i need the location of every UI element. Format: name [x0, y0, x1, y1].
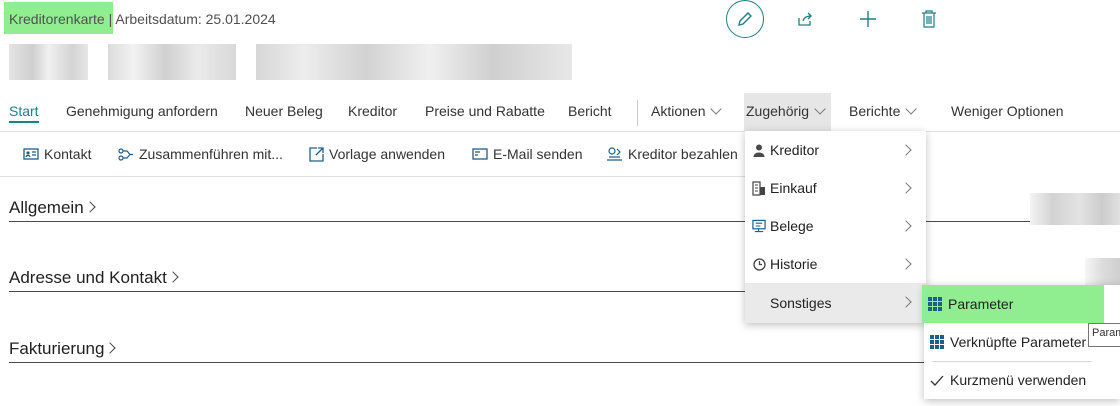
tab-aktionen-label: Aktionen — [651, 103, 706, 119]
section-fakturierung[interactable]: Fakturierung — [9, 339, 117, 359]
tab-neuer-beleg[interactable]: Neuer Beleg — [245, 103, 323, 119]
grid-icon — [930, 335, 946, 349]
menu-item-belege[interactable]: Belege — [745, 207, 926, 245]
menu-item-label: Historie — [770, 256, 818, 272]
redacted-value — [1085, 258, 1120, 288]
menu-item-sonstiges[interactable]: Sonstiges — [745, 283, 926, 323]
share-button[interactable] — [786, 0, 824, 38]
chevron-right-icon — [900, 220, 912, 232]
tab-weniger-optionen[interactable]: Weniger Optionen — [951, 103, 1064, 119]
contact-button[interactable]: Kontakt — [23, 146, 91, 162]
breadcrumb-separator: | — [108, 11, 113, 27]
pay-vendor-button[interactable]: Kreditor bezahlen — [606, 146, 738, 162]
tab-berichte[interactable]: Berichte — [849, 103, 918, 119]
actionbar-divider — [0, 131, 1120, 132]
pay-icon — [607, 147, 622, 161]
section-adresse-und-kontakt[interactable]: Adresse und Kontakt — [9, 268, 179, 288]
submenu-item-label: Parameter — [948, 296, 1014, 312]
pencil-icon — [738, 12, 752, 26]
edit-button[interactable] — [726, 0, 764, 38]
submenu-item-label: Verknüpfte Parameter — [950, 334, 1087, 350]
merge-button[interactable]: Zusammenführen mit... — [117, 146, 283, 162]
send-email-label: E-Mail senden — [493, 146, 583, 162]
tab-zugehoerig[interactable]: Zugehörig — [746, 103, 826, 119]
tab-berichte-label: Berichte — [849, 103, 901, 119]
submenu-divider — [932, 361, 1092, 362]
tab-zugehoerig-label: Zugehörig — [746, 103, 810, 119]
tab-aktionen[interactable]: Aktionen — [651, 103, 723, 119]
section-allgemein-title: Allgemein — [9, 198, 84, 217]
contact-label: Kontakt — [44, 146, 92, 162]
submenu-item-kurzmenue-verwenden[interactable]: Kurzmenü verwenden — [924, 361, 1120, 399]
purchase-icon — [752, 180, 766, 196]
submenu-item-parameter[interactable]: Parameter — [922, 285, 1104, 323]
menu-item-label: Sonstiges — [770, 295, 832, 311]
history-icon — [752, 257, 766, 271]
redacted-value — [1030, 193, 1120, 225]
email-icon — [472, 148, 488, 160]
empty-icon-slot — [752, 296, 766, 310]
template-icon — [309, 146, 324, 162]
send-email-button[interactable]: E-Mail senden — [472, 146, 583, 162]
chevron-down-icon — [710, 103, 723, 115]
menu-item-einkauf[interactable]: Einkauf — [745, 169, 926, 207]
chevron-right-icon — [900, 144, 912, 156]
add-button[interactable] — [849, 0, 887, 38]
chevron-right-icon — [900, 258, 912, 270]
submenu-item-label: Kurzmenü verwenden — [950, 372, 1087, 388]
chevron-right-icon — [104, 342, 117, 354]
menu-item-label: Einkauf — [770, 180, 817, 196]
chevron-down-icon — [814, 103, 826, 115]
chevron-right-icon — [167, 271, 179, 283]
section-divider — [9, 221, 1120, 222]
tab-bericht[interactable]: Bericht — [568, 103, 612, 119]
chevron-right-icon — [83, 201, 96, 213]
related-dropdown-menu: Kreditor Einkauf Belege Historie Sonstig… — [745, 131, 926, 323]
chevron-right-icon — [900, 296, 912, 308]
checkmark-icon — [930, 375, 946, 386]
tab-divider — [637, 100, 638, 126]
trash-icon — [922, 10, 936, 28]
contact-card-icon — [23, 148, 39, 160]
share-icon — [798, 12, 812, 26]
documents-icon — [752, 219, 766, 233]
tab-kreditor[interactable]: Kreditor — [348, 103, 397, 119]
section-allgemein[interactable]: Allgemein — [9, 198, 96, 218]
redacted-title — [108, 44, 236, 80]
work-date: Arbeitsdatum: 25.01.2024 — [115, 11, 276, 27]
person-icon — [752, 143, 766, 157]
page-name: Kreditorenkarte — [9, 11, 105, 27]
tab-genehmigung-anfordern[interactable]: Genehmigung anfordern — [66, 103, 218, 119]
tooltip: Parameter — [1088, 323, 1120, 347]
plus-icon — [860, 11, 876, 27]
menu-item-historie[interactable]: Historie — [745, 245, 926, 283]
chevron-right-icon — [900, 182, 912, 194]
grid-icon — [928, 297, 944, 311]
tab-start[interactable]: Start — [9, 103, 39, 123]
apply-template-label: Vorlage anwenden — [329, 146, 445, 162]
menu-item-label: Belege — [770, 218, 814, 234]
section-fakturierung-title: Fakturierung — [9, 339, 105, 358]
merge-icon — [118, 147, 133, 161]
redacted-title — [9, 44, 88, 80]
tab-preise-und-rabatte[interactable]: Preise und Rabatte — [425, 103, 545, 119]
redacted-title — [256, 44, 572, 80]
apply-template-button[interactable]: Vorlage anwenden — [309, 146, 445, 162]
menu-item-kreditor[interactable]: Kreditor — [745, 131, 926, 169]
pay-vendor-label: Kreditor bezahlen — [628, 146, 738, 162]
menu-item-label: Kreditor — [770, 142, 820, 158]
chevron-down-icon — [905, 103, 918, 115]
subbar-divider — [0, 176, 745, 177]
section-adresse-title: Adresse und Kontakt — [9, 268, 167, 287]
delete-button[interactable] — [910, 0, 948, 38]
page-breadcrumb: Kreditorenkarte | Arbeitsdatum: 25.01.20… — [9, 11, 276, 27]
merge-label: Zusammenführen mit... — [139, 146, 283, 162]
